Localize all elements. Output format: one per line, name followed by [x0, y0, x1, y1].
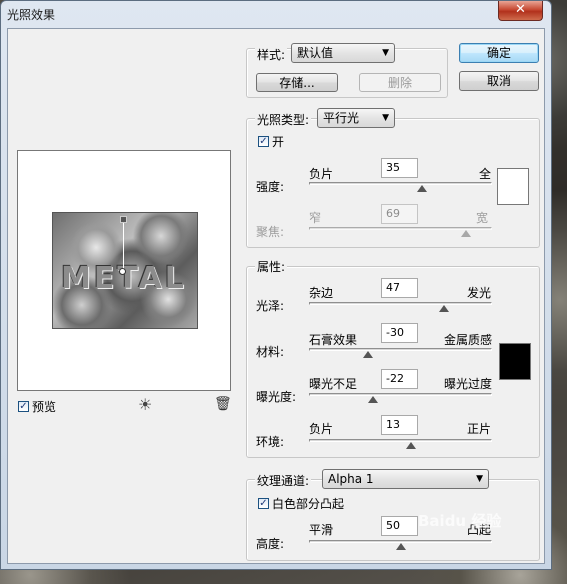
gloss-input[interactable]: 47 — [381, 278, 418, 298]
exposure-slider-thumb[interactable] — [368, 396, 379, 403]
light-type-value: 平行光 — [323, 111, 360, 125]
chevron-down-icon: ▼ — [476, 474, 483, 484]
intensity-input[interactable]: 35 — [381, 158, 418, 178]
gloss-max-label: 发光 — [467, 286, 492, 300]
gloss-slider-thumb[interactable] — [439, 305, 450, 312]
material-min-label: 石膏效果 — [309, 333, 358, 347]
gloss-slider-track[interactable] — [309, 302, 492, 305]
light-on-checkbox[interactable]: ✓ — [258, 136, 269, 147]
white-is-high-checkbox[interactable]: ✓ — [258, 498, 269, 509]
close-button[interactable]: ✕ — [498, 1, 543, 21]
chevron-down-icon: ▼ — [382, 113, 389, 123]
properties-title: 属性: — [255, 258, 288, 275]
preview-label: 预览 — [32, 400, 57, 414]
texture-channel-value: Alpha 1 — [328, 472, 374, 486]
ambience-max-label: 正片 — [467, 422, 492, 436]
gloss-min-label: 杂边 — [309, 286, 334, 300]
ambience-label: 环境: — [256, 435, 285, 449]
exposure-label: 曝光度: — [256, 390, 297, 404]
preview-checkbox[interactable]: ✓ — [18, 401, 29, 412]
intensity-label: 强度: — [256, 180, 285, 194]
ok-button[interactable]: 确定 — [459, 43, 539, 63]
texture-channel-dropdown[interactable]: Alpha 1 ▼ — [322, 469, 489, 489]
style-dropdown[interactable]: 默认值 ▼ — [291, 43, 395, 63]
dialog-client-area: METAL ✓ 预览 ☀ 🗑 确定 取消 样式: 默认值 ▼ 存储... 删除 … — [7, 28, 545, 564]
light-type-dropdown[interactable]: 平行光 ▼ — [317, 108, 395, 128]
style-label: 样式: — [255, 46, 288, 63]
watermark: Baidu 经验 — [418, 512, 502, 530]
cancel-button[interactable]: 取消 — [459, 71, 539, 91]
light-color-swatch[interactable] — [497, 168, 529, 205]
height-min-label: 平滑 — [309, 523, 334, 537]
ambience-min-label: 负片 — [309, 422, 334, 436]
intensity-min-label: 负片 — [309, 167, 334, 181]
material-max-label: 金属质感 — [444, 333, 493, 347]
chevron-down-icon: ▼ — [382, 48, 389, 58]
ambient-color-swatch[interactable] — [499, 343, 531, 380]
light-type-label: 光照类型: — [255, 111, 312, 128]
white-is-high-label: 白色部分凸起 — [272, 497, 345, 511]
style-value: 默认值 — [297, 46, 334, 60]
ambience-input[interactable]: 13 — [381, 415, 418, 435]
lighting-effects-dialog: 光照效果 ✕ METAL ✓ 预览 ☀ 🗑 确定 取消 样式: 默认值 ▼ 存储… — [0, 0, 552, 570]
material-label: 材料: — [256, 345, 285, 359]
window-title: 光照效果 — [7, 8, 56, 22]
material-slider-track[interactable] — [309, 348, 492, 351]
focus-label: 聚焦: — [256, 225, 285, 239]
height-input[interactable]: 50 — [381, 516, 418, 536]
ambience-slider-track[interactable] — [309, 439, 492, 442]
delete-button: 删除 — [359, 73, 441, 92]
ambience-slider-thumb[interactable] — [406, 442, 417, 449]
exposure-min-label: 曝光不足 — [309, 377, 358, 391]
light-direction-line — [123, 219, 124, 269]
light-direction-handle[interactable] — [120, 216, 127, 223]
intensity-max-label: 全 — [479, 167, 492, 181]
gloss-label: 光泽: — [256, 299, 285, 313]
material-slider-thumb[interactable] — [362, 351, 373, 358]
light-bulb-icon[interactable]: ☀ — [138, 395, 152, 414]
preview-pane[interactable]: METAL — [17, 150, 231, 391]
focus-input: 69 — [381, 204, 418, 224]
texture-label: 纹理通道: — [255, 472, 312, 489]
trash-icon[interactable]: 🗑 — [214, 396, 232, 412]
material-input[interactable]: -30 — [381, 323, 418, 343]
light-center-handle[interactable] — [119, 268, 126, 275]
focus-slider-thumb — [461, 230, 472, 237]
focus-max-label: 宽 — [476, 211, 489, 225]
height-slider-thumb[interactable] — [395, 543, 406, 550]
intensity-slider-thumb[interactable] — [417, 185, 428, 192]
light-on-label: 开 — [272, 135, 285, 149]
exposure-input[interactable]: -22 — [381, 369, 418, 389]
intensity-slider-track[interactable] — [309, 182, 492, 185]
exposure-slider-track[interactable] — [309, 393, 492, 396]
focus-min-label: 窄 — [309, 211, 322, 225]
height-label: 高度: — [256, 537, 285, 551]
save-button[interactable]: 存储... — [256, 73, 338, 92]
title-bar[interactable]: 光照效果 ✕ — [1, 1, 551, 27]
exposure-max-label: 曝光过度 — [444, 377, 493, 391]
preview-image: METAL — [52, 212, 198, 329]
